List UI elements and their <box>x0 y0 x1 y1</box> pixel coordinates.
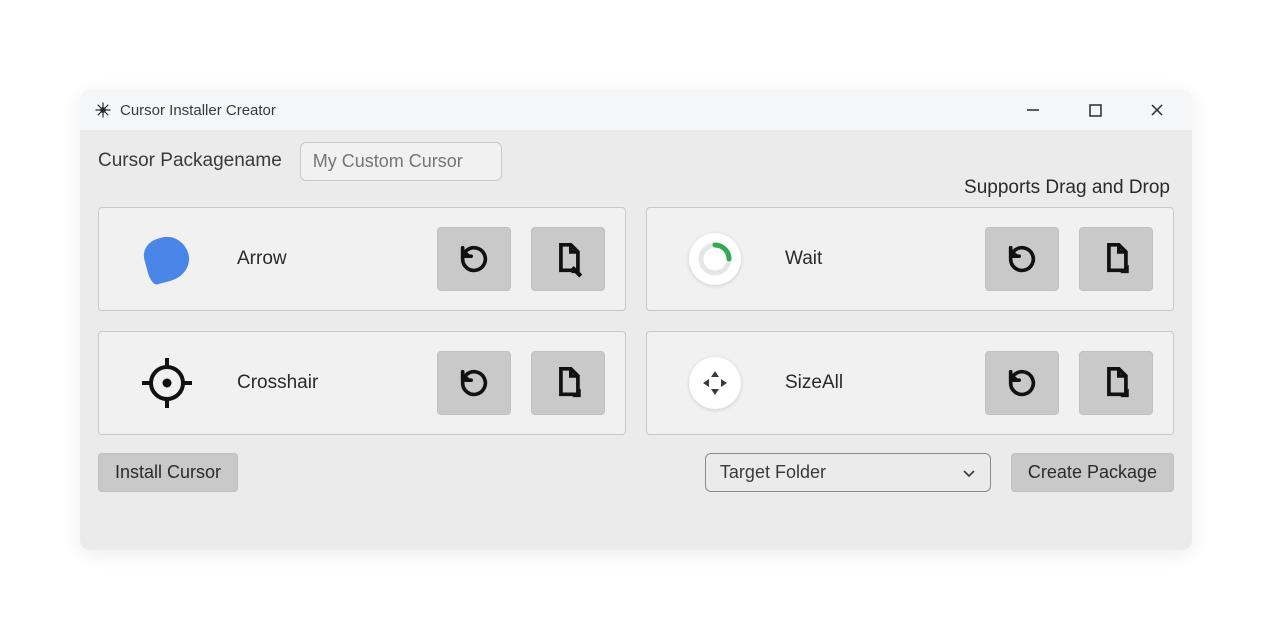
choose-file-button[interactable] <box>1079 227 1153 291</box>
reset-icon <box>1005 366 1039 400</box>
install-cursor-button[interactable]: Install Cursor <box>98 453 238 492</box>
cursor-name: Arrow <box>237 248 437 270</box>
cursor-name: Wait <box>785 248 985 270</box>
cursor-name: SizeAll <box>785 372 985 394</box>
app-window: Cursor Installer Creator Cursor Packagen… <box>80 90 1192 550</box>
reset-button[interactable] <box>437 227 511 291</box>
file-select-icon <box>1099 240 1133 278</box>
minimize-button[interactable] <box>1022 99 1044 121</box>
reset-button[interactable] <box>985 227 1059 291</box>
footer: Install Cursor Target Folder Create Pack… <box>98 453 1174 492</box>
create-package-button[interactable]: Create Package <box>1011 453 1174 492</box>
cursor-card-arrow[interactable]: Arrow <box>98 207 626 311</box>
reset-icon <box>457 366 491 400</box>
package-name-label: Cursor Packagename <box>98 142 282 172</box>
content-area: Cursor Packagename Supports Drag and Dro… <box>80 130 1192 550</box>
reset-button[interactable] <box>985 351 1059 415</box>
sizeall-cursor-icon <box>689 357 741 409</box>
target-folder-label: Target Folder <box>720 462 826 483</box>
choose-file-button[interactable] <box>1079 351 1153 415</box>
package-name-row: Cursor Packagename <box>98 142 1174 181</box>
drag-drop-hint: Supports Drag and Drop <box>98 177 1174 199</box>
crosshair-cursor-icon <box>138 354 196 412</box>
window-title: Cursor Installer Creator <box>120 102 276 119</box>
wait-cursor-icon <box>689 233 741 285</box>
cursor-grid: Arrow Wait <box>98 207 1174 435</box>
file-select-icon <box>1099 364 1133 402</box>
cursor-preview-sizeall <box>685 353 745 413</box>
package-name-input[interactable] <box>300 142 502 181</box>
cursor-card-wait[interactable]: Wait <box>646 207 1174 311</box>
cursor-preview-arrow <box>137 229 197 289</box>
reset-icon <box>457 242 491 276</box>
cursor-preview-wait <box>685 229 745 289</box>
app-icon <box>94 101 112 119</box>
cursor-name: Crosshair <box>237 372 437 394</box>
cursor-card-sizeall[interactable]: SizeAll <box>646 331 1174 435</box>
reset-button[interactable] <box>437 351 511 415</box>
arrow-cursor-icon <box>140 232 194 286</box>
file-select-icon <box>551 240 585 278</box>
titlebar: Cursor Installer Creator <box>80 90 1192 130</box>
choose-file-button[interactable] <box>531 227 605 291</box>
file-select-icon <box>551 364 585 402</box>
cursor-preview-crosshair <box>137 353 197 413</box>
chevron-down-icon <box>962 466 976 480</box>
target-folder-select[interactable]: Target Folder <box>705 453 991 492</box>
window-controls <box>1022 99 1184 121</box>
cursor-card-crosshair[interactable]: Crosshair <box>98 331 626 435</box>
close-button[interactable] <box>1146 99 1168 121</box>
maximize-button[interactable] <box>1084 99 1106 121</box>
reset-icon <box>1005 242 1039 276</box>
choose-file-button[interactable] <box>531 351 605 415</box>
